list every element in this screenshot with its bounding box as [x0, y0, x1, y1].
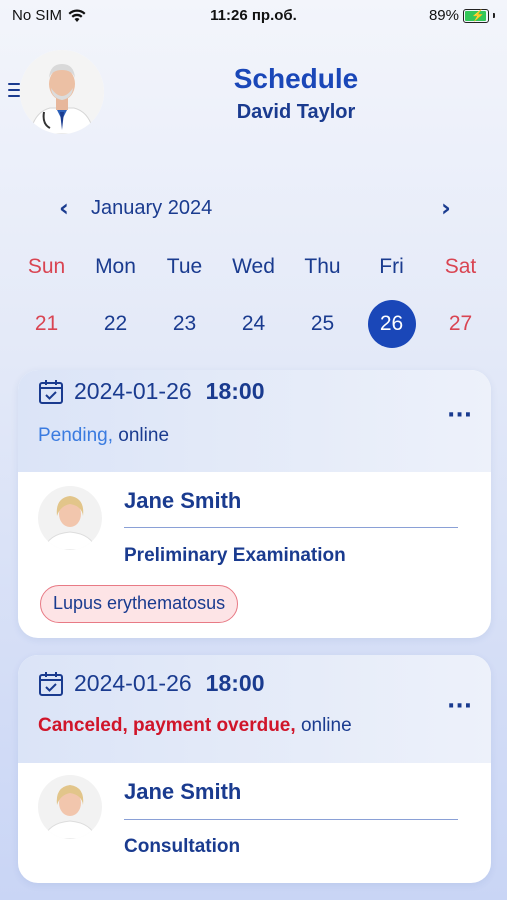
status-text: Pending,	[38, 425, 114, 446]
weekday-label: Wed	[232, 255, 275, 278]
appointment-status: Pending, online	[38, 425, 169, 447]
weekday-label: Sun	[27, 255, 66, 278]
week-days: 21 22 23 24 25 26 27	[12, 300, 495, 348]
month-label: January 2024	[91, 197, 213, 219]
day-cell[interactable]: 23	[150, 300, 219, 348]
mode-text: online	[118, 425, 170, 446]
weekday-label: Tue	[166, 255, 203, 278]
divider	[124, 819, 458, 820]
weekday-header: Sun Mon Tue Wed Thu Fri Sat	[12, 255, 495, 279]
selected-day-label: 26	[367, 300, 416, 348]
battery-indicator: 89% ⚡	[429, 7, 495, 24]
day-cell[interactable]: 25	[288, 300, 357, 348]
appointment-status: Canceled, payment overdue, online	[38, 715, 352, 737]
more-options-icon[interactable]: ···	[447, 405, 472, 432]
patient-avatar	[38, 775, 102, 839]
divider	[124, 527, 458, 528]
appointment-datetime: 2024-01-26 18:00	[38, 378, 264, 405]
weekday-label: Mon	[95, 255, 136, 278]
doctor-name: David Taylor	[236, 101, 356, 123]
appointment-header: 2024-01-26 18:00 Pending, online ···	[18, 370, 491, 472]
appointment-datetime: 2024-01-26 18:00	[38, 670, 264, 697]
page-title: Schedule	[233, 63, 359, 94]
day-cell[interactable]: 22	[81, 300, 150, 348]
appointment-date: 2024-01-26	[74, 670, 192, 696]
more-options-icon[interactable]: ···	[447, 696, 472, 723]
chevron-left-icon[interactable]: ‹	[52, 196, 76, 220]
status-bar: No SIM 11:26 пр.об. 89% ⚡	[0, 0, 507, 32]
patient-name: Jane Smith	[124, 488, 242, 513]
battery-percent: 89%	[428, 7, 459, 24]
diagnosis-badge: Lupus erythematosus	[40, 585, 239, 623]
header: Schedule David Taylor	[0, 45, 507, 135]
status-text: Canceled, payment overdue,	[38, 715, 296, 736]
calendar-check-icon	[39, 379, 63, 404]
appointment-header: 2024-01-26 18:00 Canceled, payment overd…	[18, 655, 491, 763]
month-navigation: ‹ January 2024 ›	[0, 192, 507, 228]
mode-text: online	[300, 715, 352, 736]
patient-name: Jane Smith	[124, 779, 242, 804]
appointment-date: 2024-01-26	[74, 378, 192, 404]
chevron-right-icon[interactable]: ›	[434, 196, 458, 220]
weekday-label: Fri	[379, 255, 404, 278]
day-cell[interactable]: 27	[426, 300, 495, 348]
appointment-card[interactable]: 2024-01-26 18:00 Pending, online ··· Jan…	[18, 370, 491, 638]
battery-icon: ⚡	[463, 8, 489, 23]
day-cell[interactable]: 21	[12, 300, 81, 348]
patient-avatar	[38, 486, 102, 550]
weekday-label: Thu	[304, 255, 341, 278]
visit-type: Consultation	[124, 836, 241, 857]
appointment-time: 18:00	[205, 378, 265, 404]
day-cell[interactable]: 24	[219, 300, 288, 348]
appointment-card[interactable]: 2024-01-26 18:00 Canceled, payment overd…	[18, 655, 491, 883]
weekday-label: Sat	[444, 255, 477, 278]
calendar-check-icon	[39, 671, 63, 696]
appointment-time: 18:00	[205, 670, 265, 696]
day-cell-selected[interactable]: 26	[357, 300, 426, 348]
visit-type: Preliminary Examination	[124, 545, 346, 566]
